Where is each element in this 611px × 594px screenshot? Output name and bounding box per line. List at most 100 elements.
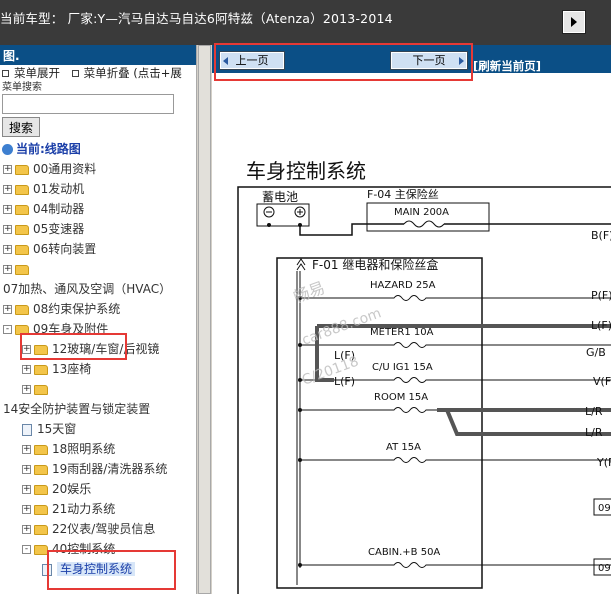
connector-arrow-icon <box>296 258 306 271</box>
tree-item[interactable]: +06转向装置 <box>0 239 196 259</box>
tree-item[interactable]: +19雨刮器/清洗器系统 <box>0 459 196 479</box>
wire-battery <box>299 223 404 236</box>
junction-dot <box>298 343 302 347</box>
expand-all-link[interactable]: 菜单展开 <box>14 66 60 80</box>
menu-tree: +00通用资料 +01发动机 +04制动器 +05变速器 +06转向装置 +07加热、通风… <box>0 159 196 579</box>
folder-icon <box>15 184 29 195</box>
expand-toggle-icon[interactable]: + <box>3 245 12 254</box>
current-label: 当前:线路图 <box>16 142 81 156</box>
refresh-link[interactable]: [刷新当前页] <box>473 58 541 74</box>
tree-item-label: 13座椅 <box>52 362 92 376</box>
menu-controls: 菜单展开 菜单折叠 (点击+展 <box>0 65 196 82</box>
tree-item[interactable]: 15天窗 <box>0 419 196 439</box>
expand-toggle-icon[interactable]: + <box>3 205 12 214</box>
tree-item[interactable]: + <box>0 379 196 399</box>
wire-label: L(F) <box>591 319 611 332</box>
expand-toggle-icon[interactable]: + <box>22 525 31 534</box>
connector-label: 09 <box>598 503 611 514</box>
fuse-label: METER1 10A <box>370 327 434 338</box>
tree-item[interactable]: +18照明系统 <box>0 439 196 459</box>
expand-toggle-icon[interactable]: + <box>22 445 31 454</box>
collapse-toggle-icon[interactable]: - <box>3 325 12 334</box>
tree-item-label: 22仪表/驾驶员信息 <box>52 522 156 536</box>
connector-label: 09 <box>598 563 611 574</box>
tree-item-label: 14安全防护装置与锁定装置 <box>3 402 151 416</box>
menu-highlight-selected <box>47 550 176 590</box>
fuse-wire <box>300 295 611 301</box>
tree-item[interactable]: +21动力系统 <box>0 499 196 519</box>
folder-icon <box>34 464 48 475</box>
collapse-all-link[interactable]: 菜单折叠 (点击+展 <box>84 66 182 80</box>
play-icon[interactable] <box>562 10 586 34</box>
tree-item-label: 08约束保护系统 <box>33 302 121 316</box>
fuse-rows: HAZARD 25A METER1 10A C/U IG1 15A ROOM 15A A… <box>291 229 611 576</box>
collapse-toggle-icon[interactable]: - <box>22 545 31 554</box>
expand-icon[interactable] <box>2 70 9 77</box>
folder-icon <box>34 524 48 535</box>
globe-icon <box>2 144 13 155</box>
wire-label: B(F) <box>591 229 611 242</box>
tree-item[interactable]: +04制动器 <box>0 199 196 219</box>
folder-icon <box>34 484 48 495</box>
expand-toggle-icon[interactable]: + <box>22 365 31 374</box>
expand-toggle-icon[interactable]: + <box>22 385 31 394</box>
main-fuse-symbol <box>403 220 445 228</box>
diagram-title: 车身控制系统 <box>246 159 366 183</box>
expand-toggle-icon[interactable]: + <box>3 165 12 174</box>
tree-item-label: 07加热、通风及空调（HVAC） <box>3 282 172 296</box>
folder-icon <box>15 304 29 315</box>
fuse-wire <box>300 457 611 463</box>
junction-dot <box>298 458 302 462</box>
vehicle-title: 当前车型： 厂家:Y—汽马自达马自达6阿特兹（Atenza）2013-2014 <box>0 11 393 26</box>
search-input[interactable] <box>2 94 174 114</box>
folder-icon <box>15 244 29 255</box>
collapse-icon[interactable] <box>71 70 79 77</box>
wire-label: P(F) <box>591 289 611 302</box>
expand-toggle-icon[interactable]: + <box>3 265 12 274</box>
search-button[interactable]: 搜索 <box>2 117 40 137</box>
tree-item[interactable]: +20娱乐 <box>0 479 196 499</box>
tree-item-label: 05变速器 <box>33 222 85 236</box>
tree-item[interactable]: 14安全防护装置与锁定装置 <box>0 399 196 419</box>
tree-item-label: 01发动机 <box>33 182 85 196</box>
tree-item[interactable]: 07加热、通风及空调（HVAC） <box>0 279 196 299</box>
top-bar: 当前车型： 厂家:Y—汽马自达马自达6阿特兹（Atenza）2013-2014 <box>0 0 611 45</box>
tree-item-label: 15天窗 <box>37 422 77 436</box>
expand-toggle-icon[interactable]: + <box>3 185 12 194</box>
wire-label: Y(F) <box>596 456 611 469</box>
folder-icon <box>15 204 29 215</box>
current-node[interactable]: 当前:线路图 <box>2 139 81 159</box>
tree-item[interactable]: +13座椅 <box>0 359 196 379</box>
tree-item[interactable]: +00通用资料 <box>0 159 196 179</box>
folder-icon <box>34 444 48 455</box>
wire-label: V(F) <box>593 375 611 388</box>
fuse-label: C/U IG1 15A <box>372 362 433 373</box>
tree-item[interactable]: +22仪表/驾驶员信息 <box>0 519 196 539</box>
diagram-svg: 车身控制系统 蓄电池 F-04 主保险丝 MAIN 200A F-01 继电器和… <box>237 159 611 594</box>
expand-toggle-icon[interactable]: + <box>3 305 12 314</box>
tree-item[interactable]: + <box>0 259 196 279</box>
expand-toggle-icon[interactable]: + <box>22 505 31 514</box>
tree-item-label: 18照明系统 <box>52 442 116 456</box>
expand-toggle-icon[interactable]: + <box>22 485 31 494</box>
main-fuse-label: MAIN 200A <box>394 207 449 218</box>
search-label: 菜单搜索 <box>2 82 42 93</box>
folder-icon <box>15 224 29 235</box>
tree-item[interactable]: +05变速器 <box>0 219 196 239</box>
junction-dot <box>298 408 302 412</box>
wiring-diagram: 车身控制系统 蓄电池 F-04 主保险丝 MAIN 200A F-01 继电器和… <box>212 73 611 594</box>
tree-item[interactable]: +01发动机 <box>0 179 196 199</box>
scroll-thumb[interactable] <box>198 45 211 594</box>
folder-icon <box>34 504 48 515</box>
left-scrollbar[interactable] <box>196 45 212 594</box>
folder-open-icon <box>34 544 48 555</box>
wire-label: L/R <box>585 405 603 418</box>
expand-toggle-icon[interactable]: + <box>3 225 12 234</box>
fuse-label: HAZARD 25A <box>370 280 436 291</box>
tree-item-label: 19雨刮器/清洗器系统 <box>52 462 168 476</box>
fuse-label: CABIN.+B 50A <box>368 547 440 558</box>
folder-icon <box>15 264 29 275</box>
expand-toggle-icon[interactable]: + <box>22 465 31 474</box>
tree-item-label: 00通用资料 <box>33 162 97 176</box>
tree-item[interactable]: +08约束保护系统 <box>0 299 196 319</box>
